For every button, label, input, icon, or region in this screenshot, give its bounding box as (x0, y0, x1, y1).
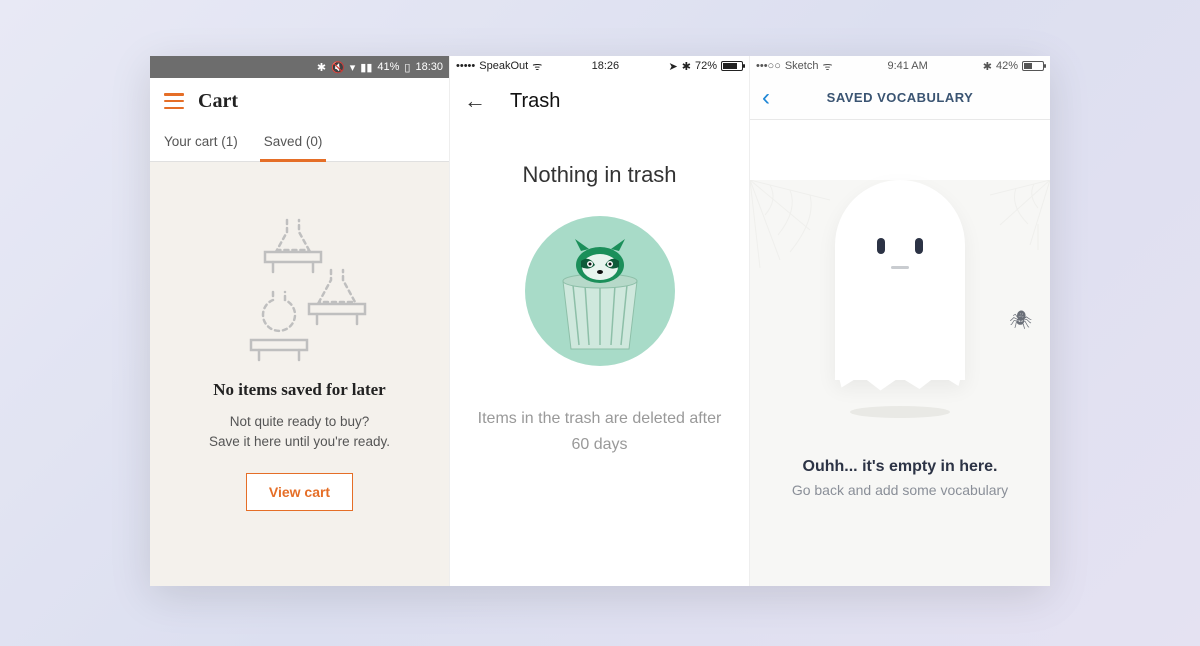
wifi-icon: ᯤ (822, 59, 832, 74)
status-bar: ✱ 🔇 ▾ ▮▮ 41% ▯ 18:30 (150, 56, 449, 78)
signal-dots-icon: ••••• (456, 60, 475, 72)
bluetooth-icon: ✱ (682, 60, 691, 73)
battery-text: 42% (996, 60, 1018, 72)
app-header: ‹ SAVED VOCABULARY (750, 76, 1050, 120)
view-cart-button[interactable]: View cart (246, 473, 353, 511)
page-title: Cart (198, 90, 238, 113)
back-arrow-icon[interactable]: ← (464, 88, 486, 114)
status-bar: ••••• SpeakOut ᯤ 18:26 ➤ ✱ 72% (450, 56, 749, 76)
phone-cart: ✱ 🔇 ▾ ▮▮ 41% ▯ 18:30 Cart Your cart (1) … (150, 56, 450, 586)
cobweb-right-icon (980, 180, 1050, 250)
battery-icon (721, 61, 743, 71)
empty-subtext: Go back and add some vocabulary (750, 482, 1050, 498)
empty-state: 🕷 Ouhh... it's empty in here. Go back an… (750, 180, 1050, 586)
page-title: SAVED VOCABULARY (827, 90, 974, 105)
battery-icon (1022, 61, 1044, 71)
battery-icon: ▯ (404, 61, 410, 74)
ghost-illustration (830, 180, 970, 418)
screenshots-row: ✱ 🔇 ▾ ▮▮ 41% ▯ 18:30 Cart Your cart (1) … (150, 56, 1050, 586)
trash-illustration (525, 216, 675, 366)
menu-icon[interactable] (164, 93, 184, 109)
app-header: Cart (150, 78, 449, 124)
status-time: 18:26 (592, 60, 620, 72)
battery-text: 72% (695, 60, 717, 72)
empty-headline: No items saved for later (213, 380, 385, 400)
bluetooth-icon: ✱ (983, 60, 992, 73)
empty-state: No items saved for later Not quite ready… (150, 162, 449, 586)
phone-vocab: •••○○ Sketch ᯤ 9:41 AM ✱ 42% ‹ SAVED VOC… (750, 56, 1050, 586)
empty-headline: Nothing in trash (470, 162, 729, 188)
location-icon: ➤ (669, 60, 678, 73)
carrier-text: SpeakOut (479, 60, 528, 72)
carrier-text: Sketch (785, 60, 819, 72)
empty-headline: Ouhh... it's empty in here. (750, 458, 1050, 476)
empty-subtext: Not quite ready to buy? Save it here unt… (209, 412, 390, 453)
app-header: ← Trash (450, 76, 749, 126)
phone-trash: ••••• SpeakOut ᯤ 18:26 ➤ ✱ 72% ← Trash N… (450, 56, 750, 586)
page-title: Trash (510, 90, 560, 113)
signal-icon: ▮▮ (360, 61, 372, 74)
bluetooth-icon: ✱ (317, 61, 326, 74)
status-time: 18:30 (415, 61, 443, 73)
wifi-icon: ᯤ (532, 59, 542, 74)
tab-saved[interactable]: Saved (0) (264, 124, 323, 161)
tab-bar: Your cart (1) Saved (0) (150, 124, 449, 162)
status-bar: •••○○ Sketch ᯤ 9:41 AM ✱ 42% (750, 56, 1050, 76)
mute-icon: 🔇 (331, 61, 345, 74)
cobweb-left-icon (750, 180, 840, 270)
back-chevron-icon[interactable]: ‹ (762, 84, 770, 112)
empty-shelves-illustration (215, 192, 385, 362)
signal-dots-icon: •••○○ (756, 60, 781, 72)
empty-state: Nothing in trash (450, 126, 749, 493)
empty-subtext: Items in the trash are deleted after 60 … (470, 406, 729, 457)
tab-your-cart[interactable]: Your cart (1) (164, 124, 238, 161)
spider-icon: 🕷 (1009, 310, 1032, 331)
status-time: 9:41 AM (887, 60, 927, 72)
wifi-icon: ▾ (350, 61, 356, 74)
battery-text: 41% (377, 61, 399, 73)
